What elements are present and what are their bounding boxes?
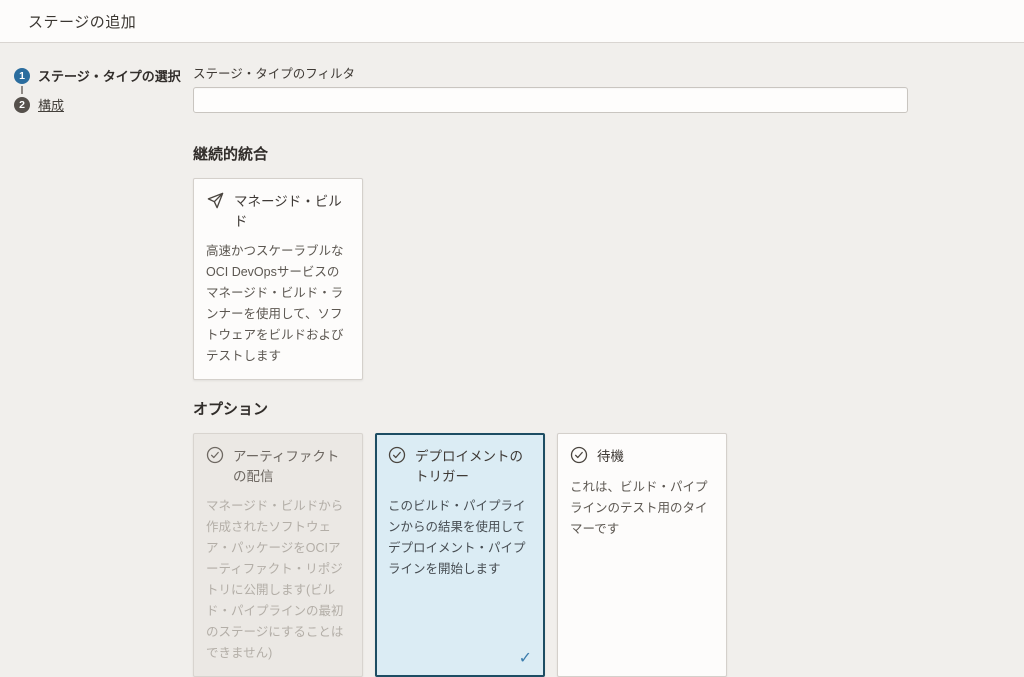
step-select-stage-type[interactable]: 1 ステージ・タイプの選択 <box>14 66 193 85</box>
card-title: 待機 <box>597 446 624 467</box>
section-optional: オプション アーティファクトの配信 マネージド・ビルドから作成されたソフトウェア… <box>193 398 908 677</box>
card-description: 高速かつスケーラブルなOCI DevOpsサービスのマネージド・ビルド・ランナー… <box>206 241 350 367</box>
card-title: マネージド・ビルド <box>234 191 350 231</box>
main-panel: ステージ・タイプのフィルタ 継続的統合 マネージド・ビルド 高速かつスケーラブル… <box>193 63 908 677</box>
section-heading: オプション <box>193 398 908 419</box>
card-trigger-deployment[interactable]: デプロイメントのトリガー このビルド・パイプラインからの結果を使用してデプロイメ… <box>375 433 545 677</box>
card-title: デプロイメントのトリガー <box>415 446 532 486</box>
option-cards-row: アーティファクトの配信 マネージド・ビルドから作成されたソフトウェア・パッケージ… <box>193 433 908 677</box>
step-label: ステージ・タイプの選択 <box>38 66 181 85</box>
card-managed-build[interactable]: マネージド・ビルド 高速かつスケーラブルなOCI DevOpsサービスのマネージ… <box>193 178 363 380</box>
stage-type-filter-label: ステージ・タイプのフィルタ <box>193 63 908 82</box>
card-title: アーティファクトの配信 <box>233 446 350 486</box>
step-connector-line <box>21 86 23 94</box>
check-circle-icon <box>206 446 224 464</box>
stage-type-filter-input[interactable] <box>193 87 908 113</box>
check-circle-icon <box>570 446 588 464</box>
card-description: マネージド・ビルドから作成されたソフトウェア・パッケージをOCIアーティファクト… <box>206 496 350 664</box>
step-number-badge: 1 <box>14 68 30 84</box>
dialog-body: 1 ステージ・タイプの選択 2 構成 ステージ・タイプのフィルタ 継続的統合 マ <box>0 43 1024 677</box>
step-configuration[interactable]: 2 構成 <box>14 95 193 114</box>
step-label[interactable]: 構成 <box>38 95 64 114</box>
section-continuous-integration: 継続的統合 マネージド・ビルド 高速かつスケーラブルなOCI DevOpsサービ… <box>193 143 908 380</box>
wizard-stepper: 1 ステージ・タイプの選択 2 構成 <box>14 63 193 677</box>
dialog-header: ステージの追加 <box>0 0 1024 43</box>
paper-plane-icon <box>206 191 225 210</box>
card-description: これは、ビルド・パイプラインのテスト用のタイマーです <box>570 477 714 540</box>
section-heading: 継続的統合 <box>193 143 908 164</box>
card-wait[interactable]: 待機 これは、ビルド・パイプラインのテスト用のタイマーです <box>557 433 727 677</box>
page-title: ステージの追加 <box>28 11 136 32</box>
check-circle-icon <box>388 446 406 464</box>
card-deliver-artifacts: アーティファクトの配信 マネージド・ビルドから作成されたソフトウェア・パッケージ… <box>193 433 363 677</box>
selected-check-icon: ✓ <box>519 648 532 668</box>
card-description: このビルド・パイプラインからの結果を使用してデプロイメント・パイプラインを開始し… <box>388 496 532 580</box>
step-number-badge: 2 <box>14 97 30 113</box>
